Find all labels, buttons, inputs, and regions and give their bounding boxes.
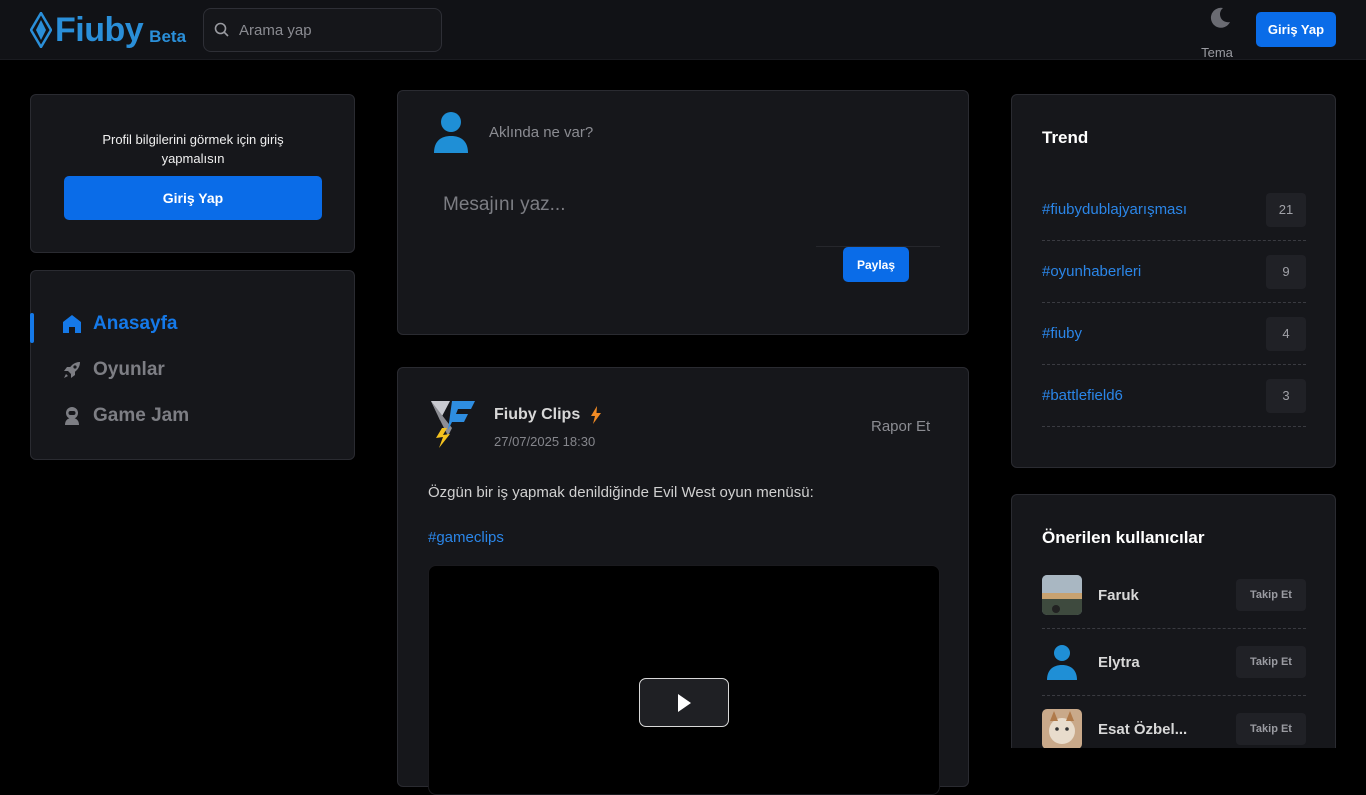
nav-item-anasayfa[interactable]: Anasayfa bbox=[61, 313, 178, 335]
video-player[interactable] bbox=[428, 565, 940, 795]
trend-item[interactable]: #battlefield6 3 bbox=[1042, 365, 1306, 427]
trend-list: #fiubydublajyarışması 21 #oyunhaberleri … bbox=[1042, 179, 1306, 440]
search-box[interactable] bbox=[203, 8, 442, 52]
logo-diamond-icon bbox=[30, 12, 52, 48]
user-avatar[interactable] bbox=[1042, 575, 1082, 615]
beta-badge: Beta bbox=[149, 27, 187, 46]
trend-tag[interactable]: #oyunhaberleri bbox=[1042, 263, 1141, 280]
nav-item-label: Game Jam bbox=[93, 405, 190, 426]
user-name[interactable]: Elytra bbox=[1098, 654, 1140, 671]
trend-count: 4 bbox=[1266, 316, 1306, 351]
author-name: Fiuby Clips bbox=[494, 406, 581, 423]
astronaut-icon bbox=[65, 407, 79, 425]
profile-login-button[interactable]: Giriş Yap bbox=[64, 176, 322, 220]
follow-button[interactable]: Takip Et bbox=[1236, 579, 1306, 611]
default-user-icon[interactable] bbox=[1042, 642, 1082, 682]
user-item[interactable]: Elytra Takip Et bbox=[1042, 629, 1306, 696]
trend-tag[interactable]: #battlefield6 bbox=[1042, 387, 1123, 404]
suggested-title: Önerilen kullanıcılar bbox=[1042, 528, 1205, 547]
trend-tag[interactable]: #fiuby bbox=[1042, 325, 1082, 342]
nav-item-label: Oyunlar bbox=[93, 359, 165, 380]
nav-item-oyunlar[interactable]: Oyunlar bbox=[61, 359, 165, 381]
active-nav-indicator bbox=[30, 313, 34, 343]
lightning-badge-icon bbox=[591, 406, 602, 424]
profile-card: Profil bilgilerini görmek için giriş yap… bbox=[30, 94, 355, 253]
post-date: 27/07/2025 18:30 bbox=[494, 434, 596, 449]
trend-item[interactable]: #fiubydublajyarışması 21 bbox=[1042, 179, 1306, 241]
suggested-users-card: Önerilen kullanıcılar Faruk Takip Et Ely… bbox=[1011, 494, 1336, 748]
header-login-button[interactable]: Giriş Yap bbox=[1256, 12, 1336, 47]
trend-tag[interactable]: #fiubydublajyarışması bbox=[1042, 201, 1187, 218]
follow-button[interactable]: Takip Et bbox=[1236, 646, 1306, 678]
post-author[interactable]: Fiuby Clips bbox=[494, 406, 602, 424]
post-card: Fiuby Clips 27/07/2025 18:30 Rapor Et Öz… bbox=[397, 367, 969, 795]
profile-login-message: Profil bilgilerini görmek için giriş yap… bbox=[102, 132, 284, 166]
search-icon bbox=[214, 22, 229, 37]
logo[interactable]: Fiuby Beta bbox=[30, 12, 186, 48]
search-input[interactable] bbox=[239, 21, 429, 39]
top-bar: Fiuby Beta Tema Giriş Yap bbox=[0, 0, 1366, 60]
moon-icon bbox=[1210, 7, 1230, 28]
composer-card: Aklında ne var? Mesajını yaz... Paylaş bbox=[397, 90, 969, 335]
post-text: Özgün bir iş yapmak denildiğinde Evil We… bbox=[428, 484, 814, 501]
user-item[interactable]: Esat Özbel... Takip Et bbox=[1042, 696, 1306, 748]
user-item[interactable]: Faruk Takip Et bbox=[1042, 562, 1306, 629]
nav-card: Anasayfa Oyunlar Game Jam bbox=[30, 270, 355, 460]
user-name[interactable]: Faruk bbox=[1098, 587, 1139, 604]
nav-item-game-jam[interactable]: Game Jam bbox=[61, 405, 189, 427]
fiuby-clips-logo[interactable] bbox=[428, 398, 478, 452]
user-avatar-icon bbox=[434, 112, 468, 153]
composer-prompt: Aklında ne var? bbox=[489, 124, 594, 141]
trend-item[interactable] bbox=[1042, 427, 1306, 440]
follow-button[interactable]: Takip Et bbox=[1236, 713, 1306, 745]
logo-text: Fiuby bbox=[55, 11, 144, 49]
user-list: Faruk Takip Et Elytra Takip Et Esat Özbe… bbox=[1042, 562, 1306, 748]
trend-count: 9 bbox=[1266, 254, 1306, 289]
trend-count: 21 bbox=[1266, 192, 1306, 227]
trend-item[interactable]: #oyunhaberleri 9 bbox=[1042, 241, 1306, 303]
nav-item-label: Anasayfa bbox=[93, 313, 178, 334]
rocket-icon bbox=[64, 362, 80, 378]
user-name[interactable]: Esat Özbel... bbox=[1098, 721, 1187, 738]
post-hashtag[interactable]: #gameclips bbox=[428, 529, 504, 546]
report-button[interactable]: Rapor Et bbox=[871, 418, 930, 435]
user-avatar[interactable] bbox=[1042, 709, 1082, 748]
trend-card: Trend #fiubydublajyarışması 21 #oyunhabe… bbox=[1011, 94, 1336, 468]
trend-item[interactable]: #fiuby 4 bbox=[1042, 303, 1306, 365]
theme-label: Tema bbox=[1201, 45, 1233, 60]
trend-title: Trend bbox=[1042, 128, 1089, 147]
play-button[interactable] bbox=[639, 678, 729, 727]
home-icon bbox=[63, 315, 81, 333]
message-input[interactable]: Mesajını yaz... bbox=[443, 194, 566, 216]
play-icon bbox=[678, 693, 691, 712]
theme-toggle[interactable]: Tema bbox=[1197, 6, 1237, 60]
share-button[interactable]: Paylaş bbox=[843, 247, 909, 282]
trend-count: 3 bbox=[1266, 378, 1306, 413]
